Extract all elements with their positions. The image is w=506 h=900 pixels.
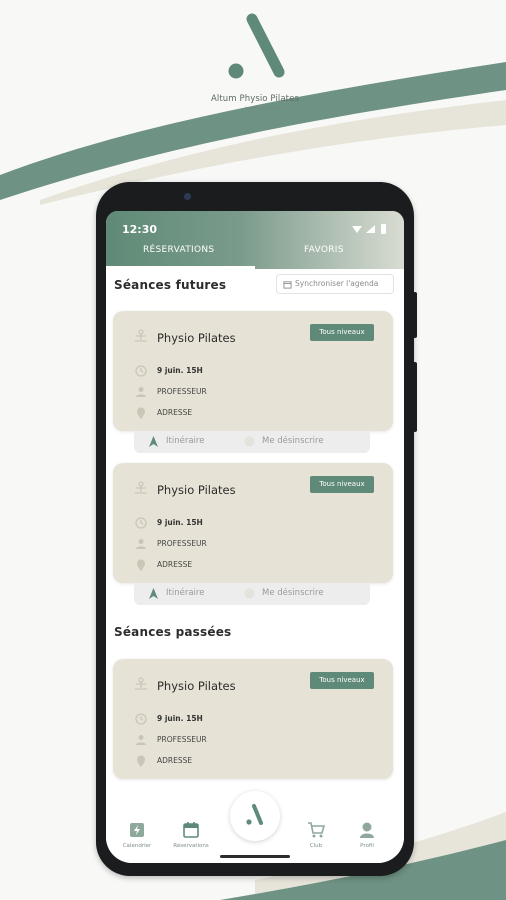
location-pin-icon: [137, 407, 145, 419]
volume-button: [413, 292, 417, 338]
home-indicator: [220, 855, 290, 858]
store-screenshot: Altum Physio Pilates by Nathalie & Benoi…: [0, 0, 506, 900]
brand-name: Altum Physio Pilates: [211, 94, 299, 104]
session-teacher: PROFESSEUR: [157, 387, 207, 396]
clock-icon: [135, 713, 147, 725]
power-button: [413, 362, 417, 432]
pilates-icon: [135, 677, 147, 690]
person-icon: [136, 539, 146, 549]
cart-icon: [308, 822, 325, 838]
nav-reservations[interactable]: Réservations: [166, 821, 216, 859]
nav-profile-label: Profil: [360, 843, 374, 849]
pilates-icon: [135, 329, 147, 342]
wifi-icon: [352, 226, 362, 233]
session-card[interactable]: Physio Pilates Tous niveaux 9 juin. 15H …: [113, 311, 393, 431]
battery-icon: [381, 224, 386, 234]
app-screen: 12:30 RÉSERVATIONS FAVORIS Séances futur…: [106, 211, 404, 863]
session-title: Physio Pilates: [157, 483, 236, 497]
route-button[interactable]: Itinéraire: [166, 436, 204, 446]
session-address: ADRESSE: [157, 408, 193, 417]
status-icons: [352, 224, 386, 234]
session-teacher: PROFESSEUR: [157, 735, 207, 744]
person-icon: [360, 822, 374, 838]
session-date: 9 juin. 15H: [157, 714, 203, 723]
pilates-icon: [135, 481, 147, 494]
active-tab-indicator: [106, 266, 255, 269]
calendar-small-icon: [283, 281, 292, 289]
tab-reservations[interactable]: RÉSERVATIONS: [143, 245, 214, 255]
unsubscribe-icon[interactable]: [244, 436, 255, 447]
session-card[interactable]: Physio Pilates Tous niveaux 9 juin. 15H …: [113, 463, 393, 583]
brand-tagline: by Nathalie & Benoit: [245, 106, 282, 110]
past-sessions-title: Séances passées: [114, 625, 232, 639]
navigation-arrow-icon[interactable]: [148, 588, 159, 599]
nav-calendar-label: Calendrier: [122, 843, 152, 849]
sync-calendar-button[interactable]: Synchroniser l'agenda: [276, 274, 394, 294]
nav-club-label: Club: [309, 843, 323, 849]
session-date: 9 juin. 15H: [157, 366, 203, 375]
sync-calendar-label: Synchroniser l'agenda: [295, 279, 379, 288]
level-badge: Tous niveaux: [310, 476, 374, 493]
session-actions: Itinéraire Me désinscrire: [134, 431, 370, 453]
unsubscribe-button[interactable]: Me désinscrire: [262, 436, 324, 446]
session-teacher: PROFESSEUR: [157, 539, 207, 548]
session-title: Physio Pilates: [157, 679, 236, 693]
altum-logo-icon: [246, 804, 263, 825]
session-address: ADRESSE: [157, 560, 193, 569]
unsubscribe-button[interactable]: Me désinscrire: [262, 588, 324, 598]
tab-favorites[interactable]: FAVORIS: [304, 245, 344, 255]
nav-club[interactable]: Club: [291, 821, 341, 859]
nav-profile[interactable]: Profil: [342, 821, 392, 859]
app-header: 12:30 RÉSERVATIONS FAVORIS: [106, 211, 404, 269]
person-icon: [136, 387, 146, 397]
nav-reservations-label: Réservations: [173, 843, 209, 849]
clock-icon: [135, 517, 147, 529]
location-pin-icon: [137, 755, 145, 767]
calendar-icon: [183, 822, 199, 838]
status-time: 12:30: [122, 223, 158, 236]
nav-home-button[interactable]: [230, 791, 280, 841]
altum-logo-icon: [228, 13, 285, 79]
session-actions: Itinéraire Me désinscrire: [134, 583, 370, 605]
session-date: 9 juin. 15H: [157, 518, 203, 527]
level-badge: Tous niveaux: [310, 672, 374, 689]
route-button[interactable]: Itinéraire: [166, 588, 204, 598]
calendar-bolt-icon: [130, 823, 144, 837]
session-title: Physio Pilates: [157, 331, 236, 345]
unsubscribe-icon[interactable]: [244, 588, 255, 599]
signal-icon: [366, 225, 375, 233]
navigation-arrow-icon[interactable]: [148, 436, 159, 447]
location-pin-icon: [137, 559, 145, 571]
clock-icon: [135, 365, 147, 377]
session-card[interactable]: Physio Pilates Tous niveaux 9 juin. 15H …: [113, 659, 393, 779]
level-badge: Tous niveaux: [310, 324, 374, 341]
upcoming-sessions-title: Séances futures: [114, 278, 227, 292]
phone-frame: 12:30 RÉSERVATIONS FAVORIS Séances futur…: [96, 182, 417, 876]
session-address: ADRESSE: [157, 756, 193, 765]
nav-calendar[interactable]: Calendrier: [112, 821, 162, 859]
brand-logo: Altum Physio Pilates by Nathalie & Benoi…: [205, 12, 305, 110]
camera-icon: [184, 193, 191, 200]
person-icon: [136, 735, 146, 745]
